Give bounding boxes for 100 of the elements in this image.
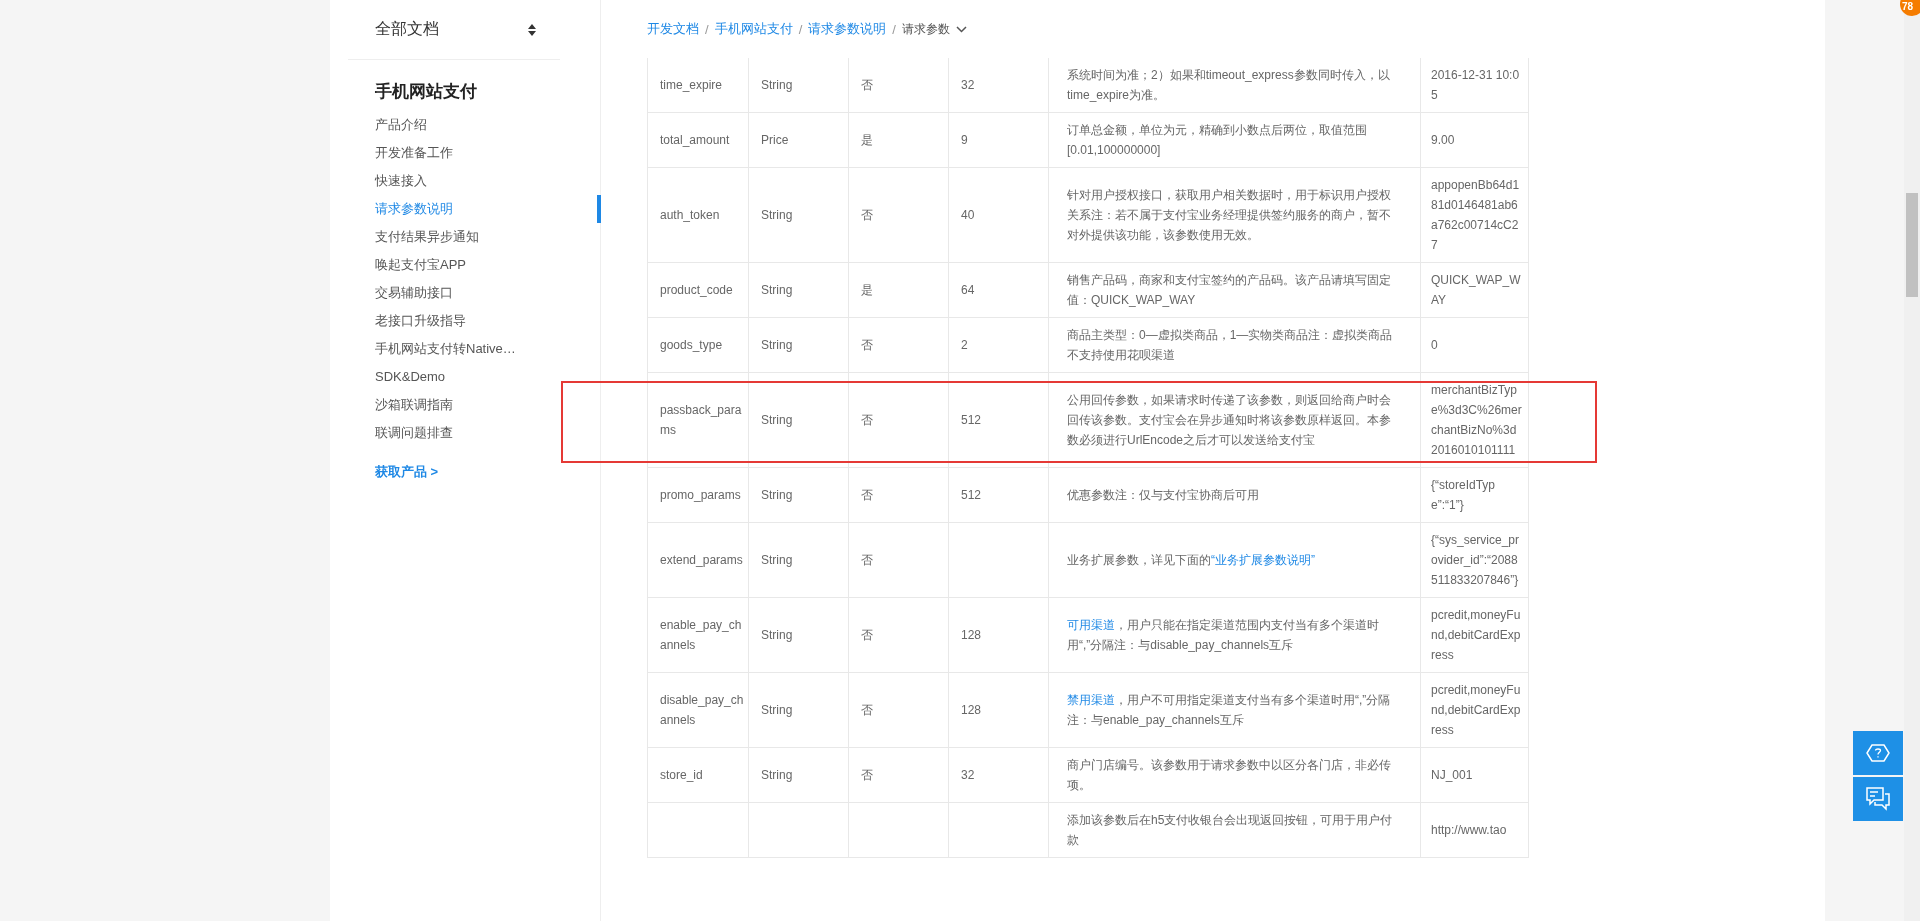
table-cell: promo_params <box>648 468 749 522</box>
sidebar-item[interactable]: 手机网站支付转Native… <box>375 335 601 363</box>
table-cell: String <box>749 58 849 112</box>
sidebar-item[interactable]: 支付结果异步通知 <box>375 223 601 251</box>
table-cell: auth_token <box>648 168 749 262</box>
table-cell: 是 <box>849 113 949 167</box>
help-icon <box>1865 743 1891 763</box>
table-cell: product_code <box>648 263 749 317</box>
table-cell: enable_pay_channels <box>648 598 749 672</box>
description-text: 禁用渠道，用户不可用指定渠道支付当有多个渠道时用“,”分隔注：与enable_pay_channels互斥 <box>1067 692 1392 729</box>
table-cell: {“sys_service_provider_id”:“2088511833207846”} <box>1421 523 1529 597</box>
breadcrumb-link[interactable]: 开发文档 <box>647 20 699 38</box>
sidebar-item[interactable]: 联调问题排查 <box>375 419 601 447</box>
table-cell: 128 <box>949 673 1049 747</box>
table-cell: merchantBizType%3d3C%26merchantBizNo%3d2016010101111 <box>1421 373 1529 467</box>
sidebar-item[interactable]: 快速接入 <box>375 167 601 195</box>
description-text: 销售产品码，商家和支付宝签约的产品码。该产品请填写固定值：QUICK_WAP_WAY <box>1067 272 1392 309</box>
table-cell: 128 <box>949 598 1049 672</box>
sidebar-item[interactable]: SDK&Demo <box>375 363 601 391</box>
table-cell: 40 <box>949 168 1049 262</box>
section-title: 手机网站支付 <box>375 81 478 103</box>
table-cell: 32 <box>949 748 1049 802</box>
sidebar-item[interactable]: 请求参数说明 <box>375 195 601 223</box>
table-cell: total_amount <box>648 113 749 167</box>
breadcrumb-link[interactable]: 请求参数说明 <box>808 20 887 38</box>
table-cell: String <box>749 673 849 747</box>
table-cell: 否 <box>849 168 949 262</box>
table-cell: 64 <box>949 263 1049 317</box>
description-text: 业务扩展参数，详见下面的“业务扩展参数说明” <box>1067 552 1315 569</box>
sort-icon[interactable] <box>528 23 536 36</box>
table-cell: 0 <box>1421 318 1529 372</box>
description-text: 商品主类型：0—虚拟类商品，1—实物类商品注：虚拟类商品不支持使用花呗渠道 <box>1067 327 1394 364</box>
description-text: 优惠参数注：仅与支付宝协商后可用 <box>1067 487 1259 504</box>
description-text: 商户门店编号。该参数用于请求参数中以区分各门店，非必传项。 <box>1067 757 1392 794</box>
table-cell: 否 <box>849 673 949 747</box>
description-text: 添加该参数后在h5支付收银台会出现返回按钮，可用于用户付款 <box>1067 812 1394 849</box>
table-cell: String <box>749 468 849 522</box>
table-cell: {“storeIdType”:“1”} <box>1421 468 1529 522</box>
sidebar-item[interactable]: 唤起支付宝APP <box>375 251 601 279</box>
table-cell: 2016-12-31 10:05 <box>1421 58 1529 112</box>
sidebar-item[interactable]: 老接口升级指导 <box>375 307 601 335</box>
table-cell: Price <box>749 113 849 167</box>
table-cell: appopenBb64d181d0146481ab6a762c00714cC27 <box>1421 168 1529 262</box>
chat-icon <box>1865 786 1891 812</box>
table-cell: 9 <box>949 113 1049 167</box>
doc-link[interactable]: “业务扩展参数说明” <box>1211 553 1315 567</box>
table-cell: 否 <box>849 468 949 522</box>
table-cell: 否 <box>849 373 949 467</box>
table-cell: 否 <box>849 58 949 112</box>
table-cell: 2 <box>949 318 1049 372</box>
description-text: 可用渠道，用户只能在指定渠道范围内支付当有多个渠道时用“,”分隔注：与disable_pay_channels互斥 <box>1067 617 1380 654</box>
sidebar-title: 全部文档 <box>375 19 439 39</box>
table-cell: String <box>749 263 849 317</box>
sidebar-item[interactable]: 产品介绍 <box>375 111 601 139</box>
table-cell: 否 <box>849 598 949 672</box>
table-cell: disable_pay_channels <box>648 673 749 747</box>
sidebar-item[interactable]: 沙箱联调指南 <box>375 391 601 419</box>
sidebar-item[interactable]: 开发准备工作 <box>375 139 601 167</box>
table-cell: 512 <box>949 373 1049 467</box>
description-text: 针对用户授权接口，获取用户相关数据时，用于标识用户授权关系注：若不属于支付宝业务经理提供签约服务的商户，暂不对外提供该功能，该参数使用无效。 <box>1067 187 1392 244</box>
table-cell: String <box>749 748 849 802</box>
table-cell: NJ_001 <box>1421 748 1529 802</box>
scrollbar-thumb[interactable] <box>1906 193 1918 297</box>
doc-link[interactable]: 可用渠道 <box>1067 618 1115 632</box>
table-cell: store_id <box>648 748 749 802</box>
sidebar-item[interactable]: 交易辅助接口 <box>375 279 601 307</box>
table-cell: goods_type <box>648 318 749 372</box>
description-text: 订单总金额，单位为元，精确到小数点后两位，取值范围[0.01,100000000] <box>1067 122 1368 159</box>
get-product-link[interactable]: 获取产品 > <box>375 463 600 481</box>
notification-badge: 78 <box>1900 0 1920 16</box>
description-text: 公用回传参数，如果请求时传递了该参数，则返回给商户时会回传该参数。支付宝会在异步通知时将该参数原样返回。本参数必须进行UrlEncode之后才可以发送给支付宝 <box>1067 392 1392 449</box>
table-cell: 32 <box>949 58 1049 112</box>
table-cell: pcredit,moneyFund,debitCardExpress <box>1421 598 1529 672</box>
table-cell: 否 <box>849 318 949 372</box>
table-cell: String <box>749 598 849 672</box>
chat-button[interactable] <box>1853 777 1903 821</box>
table-cell: String <box>749 373 849 467</box>
doc-link[interactable]: 禁用渠道 <box>1067 693 1115 707</box>
table-cell: http://www.tao <box>1421 803 1529 857</box>
table-cell: QUICK_WAP_WAY <box>1421 263 1529 317</box>
table-cell: 9.00 <box>1421 113 1529 167</box>
table-cell: extend_params <box>648 523 749 597</box>
table-cell: 512 <box>949 468 1049 522</box>
breadcrumb-link[interactable]: 手机网站支付 <box>714 20 793 38</box>
chevron-down-icon[interactable] <box>955 25 967 33</box>
table-cell: String <box>749 318 849 372</box>
table-cell: passback_params <box>648 373 749 467</box>
help-button[interactable] <box>1853 731 1903 775</box>
breadcrumb-separator: / <box>705 21 709 37</box>
table-cell: 否 <box>849 523 949 597</box>
table-cell: 是 <box>849 263 949 317</box>
table-cell: String <box>749 523 849 597</box>
table-cell: 否 <box>849 748 949 802</box>
table-cell: time_expire <box>648 58 749 112</box>
table-cell: String <box>749 168 849 262</box>
breadcrumb-separator: / <box>892 21 896 37</box>
description-text: 系统时间为准；2）如果和timeout_express参数同时传入，以time_expire为准。 <box>1067 67 1391 104</box>
breadcrumb-current: 请求参数 <box>901 20 950 38</box>
table-cell: pcredit,moneyFund,debitCardExpress <box>1421 673 1529 747</box>
breadcrumb-separator: / <box>798 21 803 37</box>
